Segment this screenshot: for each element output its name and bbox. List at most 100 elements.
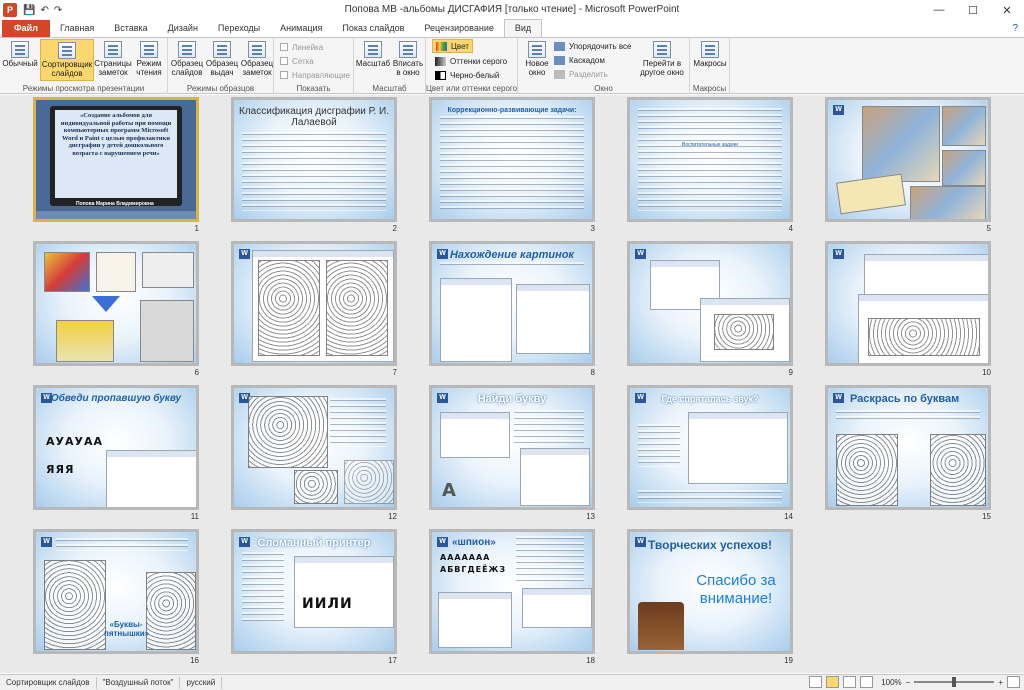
switch-windows-button[interactable]: Перейти в другое окно <box>636 39 688 81</box>
color-mode-button[interactable]: Цвет <box>432 39 473 53</box>
tab-insert[interactable]: Вставка <box>104 20 157 37</box>
tab-animations[interactable]: Анимация <box>270 20 332 37</box>
fit-to-window-label: Вписать в окно <box>392 59 424 77</box>
help-icon[interactable]: ? <box>1012 23 1018 34</box>
tab-design[interactable]: Дизайн <box>158 20 208 37</box>
slide-thumbnail-17[interactable]: W Сломанный принтер ИИЛИ 17 <box>231 529 397 665</box>
zoom-slider[interactable] <box>914 677 995 687</box>
close-button[interactable]: ✕ <box>990 0 1024 20</box>
word-logo-icon: W <box>833 105 844 115</box>
undo-icon[interactable]: ↶ <box>40 5 48 16</box>
tab-view[interactable]: Вид <box>503 19 543 37</box>
group-zoom: Масштаб Вписать в окно Масштаб <box>354 38 426 94</box>
tab-slide-show[interactable]: Показ слайдов <box>332 20 414 37</box>
status-language[interactable]: русский <box>180 676 223 689</box>
ribbon-tabs: Файл Главная Вставка Дизайн Переходы Ани… <box>0 19 1024 38</box>
slide-thumbnail-14[interactable]: W Где спряталась звук? 14 <box>627 385 793 521</box>
tab-transitions[interactable]: Переходы <box>208 20 270 37</box>
macros-button[interactable]: Макросы <box>692 39 728 81</box>
powerpoint-app-icon[interactable]: P <box>3 3 17 17</box>
slide-thumbnail-1[interactable]: «Создание альбомов для индивидуальной ра… <box>33 97 199 233</box>
slide-thumbnail-10[interactable]: W 10 <box>825 241 991 377</box>
slide-sorter-button[interactable]: Сортировщик слайдов <box>40 39 94 81</box>
magnifier-icon <box>364 41 382 58</box>
slide-number-3: 3 <box>590 224 595 233</box>
slide-thumbnail-3[interactable]: Коррекционно-развивающие задачи: 3 <box>429 97 595 233</box>
slide-thumbnail-18[interactable]: W «шпион» ААААААА АБВГДЕЁЖЗ 18 <box>429 529 595 665</box>
arrange-all-icon <box>554 41 565 51</box>
split-button[interactable]: Разделить <box>554 67 608 81</box>
normal-view-button[interactable]: Обычный <box>2 39 38 81</box>
slide-sorter-pane: «Создание альбомов для индивидуальной ра… <box>0 95 1024 673</box>
slide-sorter-status-button[interactable] <box>826 676 840 688</box>
notes-page-icon <box>104 41 122 58</box>
window-title: Попова МВ -альбомы ДИСГАФИЯ [только чтен… <box>344 4 680 15</box>
reading-view-status-button[interactable] <box>843 676 857 688</box>
zoom-label: Масштаб <box>355 59 391 68</box>
guides-checkbox[interactable]: Направляющие <box>280 68 350 82</box>
zoom-out-button[interactable]: − <box>906 678 911 687</box>
slide-thumbnail-7[interactable]: W 7 <box>231 241 397 377</box>
tab-review[interactable]: Рецензирование <box>414 20 504 37</box>
slide-thumbnail-4[interactable]: Воспитательные задачи 4 <box>627 97 793 233</box>
slide-thumbnail-15[interactable]: W Раскрась по буквам 15 <box>825 385 991 521</box>
minimize-button[interactable]: — <box>922 0 956 20</box>
fit-to-window-button[interactable]: Вписать в окно <box>391 39 425 81</box>
arrange-all-button[interactable]: Упорядочить все <box>554 39 631 53</box>
color-swatch-icon <box>436 41 447 51</box>
handout-master-label: Образец выдач <box>205 59 239 77</box>
group-label-views: Режимы просмотра презентации <box>22 84 145 93</box>
slide-thumbnail-9[interactable]: W 9 <box>627 241 793 377</box>
word-logo-icon: W <box>635 249 646 259</box>
normal-view-status-button[interactable] <box>809 676 823 688</box>
zoom-slider-thumb[interactable] <box>952 677 957 687</box>
guides-label: Направляющие <box>292 70 351 80</box>
grid-checkbox[interactable]: Сетка <box>280 54 314 68</box>
tab-home[interactable]: Главная <box>50 20 104 37</box>
fit-to-window-icon <box>399 41 417 58</box>
new-window-button[interactable]: Новое окно <box>521 39 553 81</box>
black-white-button[interactable]: Черно-белый <box>435 68 499 82</box>
reading-view-button[interactable]: Режим чтения <box>132 39 166 81</box>
slide-thumbnail-8[interactable]: W Нахождение картинок 8 <box>429 241 595 377</box>
notes-master-icon <box>248 41 266 58</box>
save-icon[interactable]: 💾 <box>23 5 35 16</box>
slide-thumbnail-12[interactable]: W 12 <box>231 385 397 521</box>
maximize-button[interactable]: ☐ <box>956 0 990 20</box>
slide-show-status-button[interactable] <box>860 676 874 688</box>
slide-thumbnail-2[interactable]: Классификация дисграфии Р. И. Лалаевой 2 <box>231 97 397 233</box>
word-logo-icon: W <box>41 537 52 547</box>
notes-master-button[interactable]: Образец заметок <box>240 39 274 81</box>
grayscale-button[interactable]: Оттенки серого <box>435 54 507 68</box>
group-label-macros: Макросы <box>692 84 727 93</box>
tab-file[interactable]: Файл <box>2 20 50 37</box>
zoom-in-button[interactable]: + <box>998 678 1003 687</box>
slide-thumbnail-13[interactable]: W Найди букву A 13 <box>429 385 595 521</box>
zoom-level[interactable]: 100% <box>881 678 901 687</box>
word-logo-icon: W <box>239 249 250 259</box>
status-bar: Сортировщик слайдов "Воздушный поток" ру… <box>0 674 1024 690</box>
slide-thumbnail-19[interactable]: W Творческих успехов! Спасибо за внимани… <box>627 529 793 665</box>
slide-thumbnail-5[interactable]: W 5 <box>825 97 991 233</box>
slide-number-14: 14 <box>784 512 793 521</box>
slide-number-13: 13 <box>586 512 595 521</box>
grid-label: Сетка <box>292 56 314 66</box>
slide-thumbnail-16[interactable]: W «Буквы-пятнышки» 16 <box>33 529 199 665</box>
color-mode-label: Цвет <box>451 41 469 51</box>
slide-number-12: 12 <box>388 512 397 521</box>
slide-thumbnail-6[interactable]: 6 <box>33 241 199 377</box>
slide-13-title: Найди букву <box>477 393 547 405</box>
new-window-label: Новое окно <box>525 59 549 77</box>
slide-sorter-label: Сортировщик слайдов <box>41 60 93 78</box>
fit-slide-to-window-button[interactable] <box>1007 676 1020 688</box>
zoom-button[interactable]: Масштаб <box>356 39 390 81</box>
slide-thumbnail-11[interactable]: W Обведи пропавшую букву АУАУАА ЯЯЯ 11 <box>33 385 199 521</box>
group-window: Новое окно Упорядочить все Каскадом Разд… <box>518 38 690 94</box>
slide-master-button[interactable]: Образец слайдов <box>170 39 204 81</box>
ruler-checkbox[interactable]: Линейка <box>280 40 323 54</box>
cascade-button[interactable]: Каскадом <box>554 53 605 67</box>
notes-page-button[interactable]: Страницы заметок <box>94 39 132 81</box>
handout-master-button[interactable]: Образец выдач <box>205 39 239 81</box>
redo-icon[interactable]: ↷ <box>54 5 62 16</box>
grayscale-swatch-icon <box>435 56 446 66</box>
